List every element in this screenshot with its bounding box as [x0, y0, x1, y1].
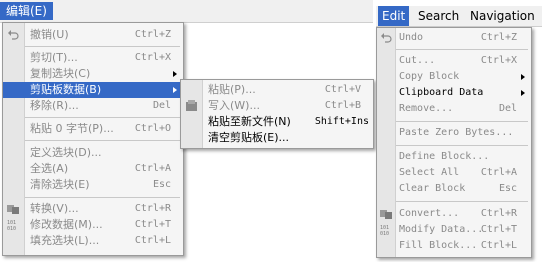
separator [25, 46, 180, 47]
separator [25, 117, 180, 118]
svg-text:010: 010 [380, 231, 389, 236]
menu-item-undo[interactable]: 撤销(U) Ctrl+Z [3, 27, 183, 43]
menu-item-define-block-en[interactable]: Define Block... [377, 149, 531, 165]
separator [396, 145, 528, 146]
submenu-arrow-icon [521, 74, 525, 80]
submenu-arrow-icon [521, 90, 525, 96]
menu-item-clear-block-en[interactable]: Clear Block Esc [377, 181, 531, 197]
submenu-item-paste-new-file[interactable]: 粘贴至新文件(N) Shift+Ins [181, 114, 373, 130]
binary-icon: 101010 [7, 220, 16, 231]
menu-item-fill-block[interactable]: 填充选块(L)... Ctrl+L [3, 233, 183, 249]
menu-item-select-all[interactable]: 全选(A) Ctrl+A [3, 161, 183, 177]
menu-item-undo-en[interactable]: Undo Ctrl+Z [377, 30, 531, 46]
write-icon [186, 100, 197, 111]
menu-item-define-block[interactable]: 定义选块(D)... [3, 145, 183, 161]
menu-item-select-all-en[interactable]: Select All Ctrl+A [377, 165, 531, 181]
separator [396, 49, 528, 50]
menu-item-cut[interactable]: 剪切(T)... Ctrl+X [3, 50, 183, 66]
menu-item-modify-data-en[interactable]: 101 010 Modify Data... Ctrl+T [377, 222, 531, 238]
undo-icon [381, 33, 392, 43]
menu-item-copy-block-en[interactable]: Copy Block [377, 69, 531, 85]
convert-icon [380, 210, 392, 219]
menu-item-copy-block[interactable]: 复制选块(C) [3, 66, 183, 82]
menu-item-remove-en[interactable]: Remove... Del [377, 101, 531, 117]
convert-icon [7, 205, 19, 214]
menu-item-remove[interactable]: 移除(R)... Del [3, 98, 183, 114]
menu-search[interactable]: Search [414, 6, 463, 26]
binary-icon: 101010 [380, 225, 389, 236]
svg-text:010: 010 [7, 226, 16, 231]
edit-menu-en: Undo Ctrl+Z Cut... Ctrl+X Copy Block Cli… [376, 27, 532, 258]
separator [396, 121, 528, 122]
menu-item-paste-zero-bytes-en[interactable]: Paste Zero Bytes... [377, 125, 531, 141]
menu-item-cut-en[interactable]: Cut... Ctrl+X [377, 53, 531, 69]
undo-icon [8, 30, 19, 40]
separator [25, 140, 180, 141]
menu-item-clear-block[interactable]: 清除选块(E) Esc [3, 177, 183, 193]
separator [25, 197, 180, 198]
menu-item-clipboard-data-en[interactable]: Clipboard Data [377, 85, 531, 101]
menubar-cn: 编辑(E) [0, 0, 373, 23]
menu-item-convert[interactable]: 转换(V)... Ctrl+R [3, 201, 183, 217]
menu-navigation[interactable]: Navigation [466, 6, 539, 26]
separator [396, 201, 528, 202]
submenu-item-empty-clipboard[interactable]: 清空剪贴板(E)... [181, 130, 373, 146]
submenu-item-write[interactable]: 写入(W)... Ctrl+B [181, 98, 373, 114]
menu-item-fill-block-en[interactable]: Fill Block... Ctrl+L [377, 238, 531, 254]
menu-edit[interactable]: Edit [378, 6, 410, 26]
submenu-arrow-icon [173, 87, 177, 93]
menu-edit-cn[interactable]: 编辑(E) [0, 2, 53, 20]
submenu-arrow-icon [173, 71, 177, 77]
menu-item-modify-data[interactable]: 101 010 修改数据(M)... Ctrl+T [3, 217, 183, 233]
menu-item-convert-en[interactable]: Convert... Ctrl+R [377, 206, 531, 222]
edit-menu-cn: 撤销(U) Ctrl+Z 剪切(T)... Ctrl+X 复制选块(C) 剪贴板… [2, 22, 184, 256]
submenu-item-paste[interactable]: 粘贴(P)... Ctrl+V [181, 82, 373, 98]
menu-item-clipboard-data[interactable]: 剪贴板数据(B) [3, 82, 183, 98]
menubar-en: Edit Search Navigation [376, 6, 542, 27]
menu-item-paste-zero-bytes[interactable]: 粘贴 0 字节(P)... Ctrl+O [3, 121, 183, 137]
clipboard-submenu-cn: 粘贴(P)... Ctrl+V 写入(W)... Ctrl+B 粘贴至新文件(N… [180, 79, 374, 149]
